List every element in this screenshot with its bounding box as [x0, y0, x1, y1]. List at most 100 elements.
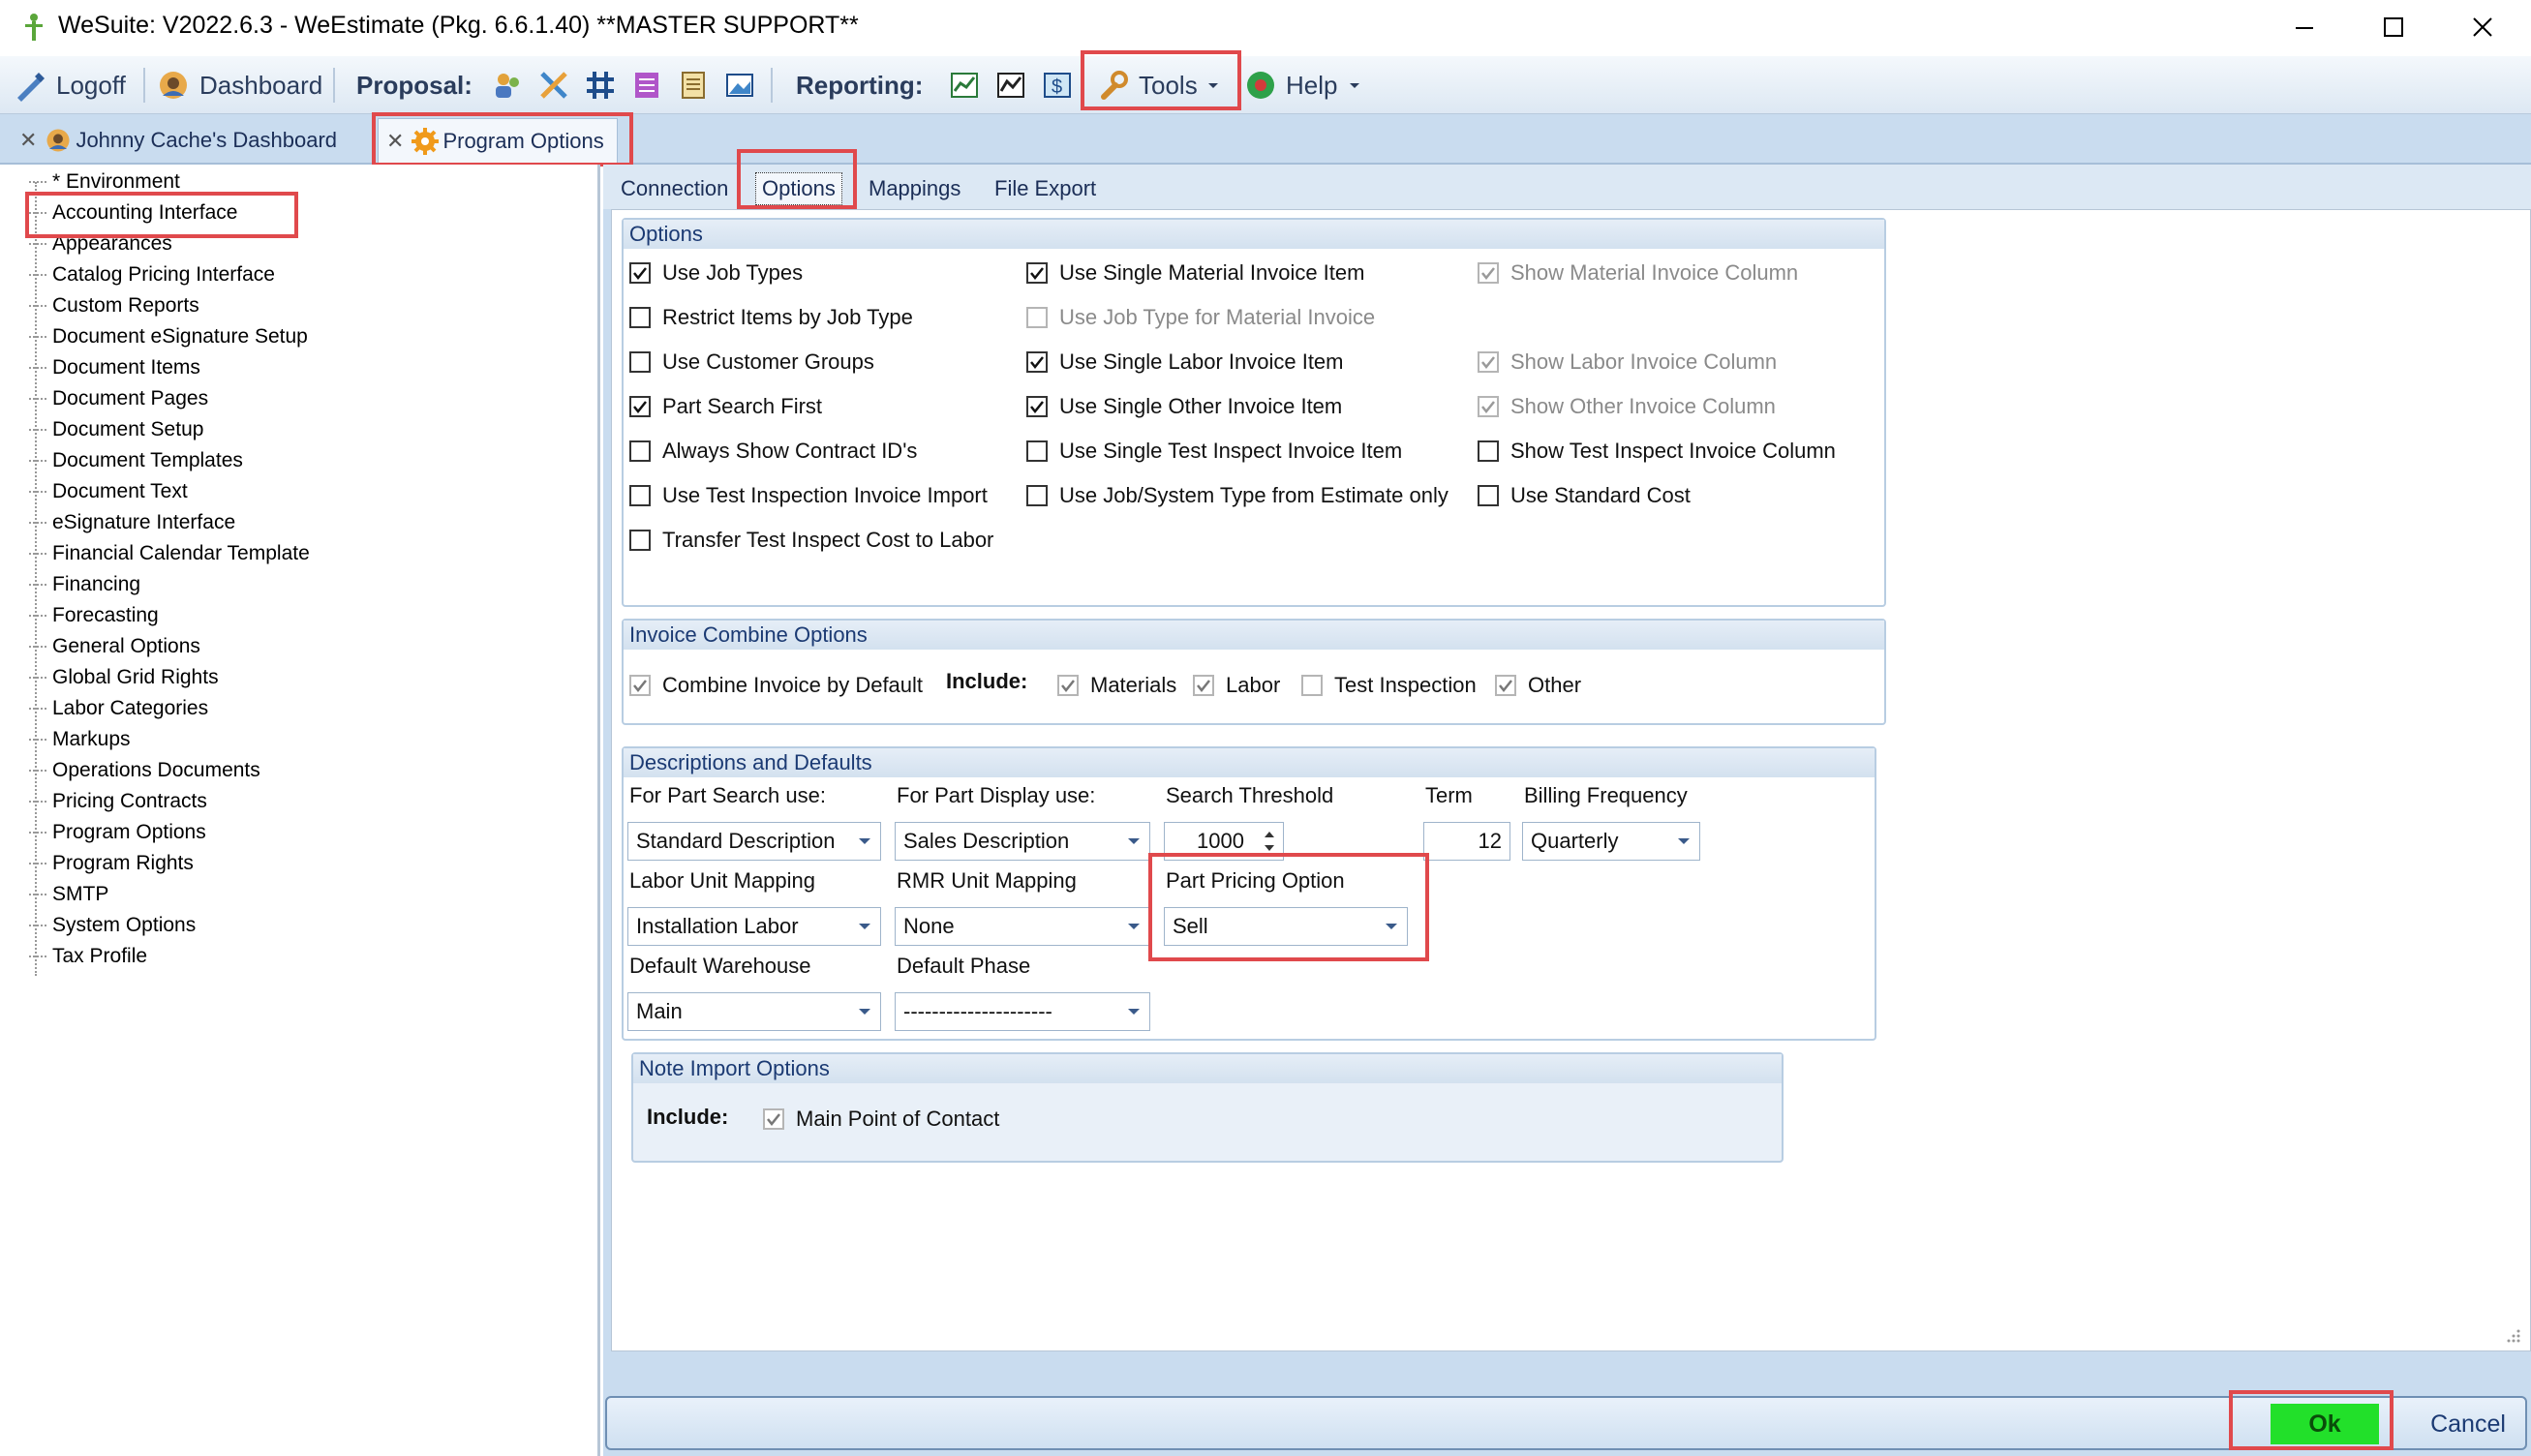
maximize-button[interactable]: [2364, 8, 2423, 46]
labor-unit-select[interactable]: Installation Labor: [627, 907, 881, 946]
checkbox[interactable]: [1026, 485, 1048, 506]
term-input[interactable]: 12: [1423, 822, 1510, 861]
checkbox[interactable]: [1478, 351, 1499, 373]
checkbox[interactable]: [629, 440, 651, 462]
option-checkbox[interactable]: Use Single Material Invoice Item: [1026, 258, 1364, 288]
checkbox[interactable]: [1495, 675, 1516, 696]
spin-down-icon[interactable]: [1264, 844, 1275, 852]
test-inspection-checkbox[interactable]: Test Inspection: [1301, 671, 1477, 700]
report-dollar-icon[interactable]: $: [1042, 70, 1073, 101]
tab-mappings[interactable]: Mappings: [863, 172, 966, 205]
default-phase-select[interactable]: ---------------------: [895, 992, 1150, 1031]
tree-item[interactable]: Global Grid Rights: [29, 662, 219, 693]
ok-button[interactable]: Ok: [2271, 1404, 2379, 1444]
option-checkbox[interactable]: Use Single Labor Invoice Item: [1026, 348, 1344, 377]
tab-file-export[interactable]: File Export: [989, 172, 1102, 205]
logoff-button[interactable]: Logoff: [14, 56, 126, 114]
search-threshold-spinner[interactable]: 1000: [1164, 822, 1284, 861]
resize-grip-icon[interactable]: [2505, 1327, 2522, 1345]
option-checkbox[interactable]: Use Single Test Inspect Invoice Item: [1026, 437, 1402, 466]
checkbox[interactable]: [1301, 675, 1323, 696]
option-checkbox[interactable]: Restrict Items by Job Type: [629, 303, 913, 332]
tree-item[interactable]: Program Rights: [29, 848, 194, 879]
option-checkbox[interactable]: Always Show Contract ID's: [629, 437, 917, 466]
option-checkbox[interactable]: Use Customer Groups: [629, 348, 874, 377]
checkbox[interactable]: [1478, 262, 1499, 284]
option-checkbox[interactable]: Use Job Type for Material Invoice: [1026, 303, 1375, 332]
labor-checkbox[interactable]: Labor: [1193, 671, 1280, 700]
option-checkbox[interactable]: Show Other Invoice Column: [1478, 392, 1776, 421]
tree-item[interactable]: SMTP: [29, 879, 108, 910]
minimize-button[interactable]: [2275, 8, 2333, 46]
option-checkbox[interactable]: Use Job Types: [629, 258, 803, 288]
tree-item[interactable]: Document Templates: [29, 445, 243, 476]
tree-item[interactable]: Operations Documents: [29, 755, 260, 786]
tree-item[interactable]: System Options: [29, 910, 196, 941]
report-trend-icon[interactable]: [995, 70, 1026, 101]
tab-options[interactable]: Options: [755, 172, 842, 205]
tree-item[interactable]: Document Items: [29, 352, 200, 383]
help-menu[interactable]: Help: [1245, 56, 1372, 114]
dashboard-button[interactable]: Dashboard: [157, 56, 322, 114]
other-checkbox[interactable]: Other: [1495, 671, 1581, 700]
close-tab-icon[interactable]: ✕: [386, 129, 404, 154]
checkbox[interactable]: [1026, 396, 1048, 417]
report-chart-icon[interactable]: [949, 70, 980, 101]
tree-item[interactable]: Labor Categories: [29, 693, 208, 724]
main-contact-checkbox[interactable]: Main Point of Contact: [763, 1105, 999, 1134]
tree-item[interactable]: Catalog Pricing Interface: [29, 259, 275, 290]
tree-item[interactable]: Custom Reports: [29, 290, 199, 321]
tab-program-options[interactable]: ✕ Program Options: [378, 118, 618, 163]
tree-item[interactable]: General Options: [29, 631, 200, 662]
tree-item[interactable]: eSignature Interface: [29, 507, 235, 538]
proposal-people-icon[interactable]: [492, 70, 523, 101]
tree-item[interactable]: Pricing Contracts: [29, 786, 207, 817]
option-checkbox[interactable]: Show Labor Invoice Column: [1478, 348, 1777, 377]
checkbox[interactable]: [629, 351, 651, 373]
tree-item[interactable]: Program Options: [29, 817, 206, 848]
checkbox[interactable]: [1057, 675, 1079, 696]
proposal-list-icon[interactable]: [631, 70, 662, 101]
option-checkbox[interactable]: Part Search First: [629, 392, 822, 421]
option-checkbox[interactable]: Transfer Test Inspect Cost to Labor: [629, 526, 993, 555]
cancel-button[interactable]: Cancel: [2420, 1404, 2516, 1444]
tree-item[interactable]: Tax Profile: [29, 941, 147, 972]
tab-connection[interactable]: Connection: [615, 172, 734, 205]
checkbox[interactable]: [629, 396, 651, 417]
proposal-tools-icon[interactable]: [538, 70, 569, 101]
checkbox[interactable]: [629, 675, 651, 696]
tree-item[interactable]: Forecasting: [29, 600, 159, 631]
checkbox[interactable]: [1193, 675, 1214, 696]
option-checkbox[interactable]: Show Test Inspect Invoice Column: [1478, 437, 1836, 466]
tree-item[interactable]: Document eSignature Setup: [29, 321, 308, 352]
close-tab-icon[interactable]: ✕: [19, 128, 37, 153]
checkbox[interactable]: [1026, 262, 1048, 284]
tree-item[interactable]: Markups: [29, 724, 131, 755]
tree-item[interactable]: Document Pages: [29, 383, 208, 414]
checkbox[interactable]: [1026, 307, 1048, 328]
checkbox[interactable]: [1478, 485, 1499, 506]
billing-frequency-select[interactable]: Quarterly: [1522, 822, 1700, 861]
option-checkbox[interactable]: Show Material Invoice Column: [1478, 258, 1798, 288]
part-display-select[interactable]: Sales Description: [895, 822, 1150, 861]
tools-menu[interactable]: Tools: [1098, 56, 1231, 114]
option-checkbox[interactable]: Use Test Inspection Invoice Import: [629, 481, 988, 510]
combine-invoice-checkbox[interactable]: Combine Invoice by Default: [629, 671, 923, 700]
tree-item[interactable]: Financial Calendar Template: [29, 538, 310, 569]
tree-item[interactable]: Document Text: [29, 476, 188, 507]
tree-item[interactable]: Document Setup: [29, 414, 203, 445]
materials-checkbox[interactable]: Materials: [1057, 671, 1176, 700]
spin-up-icon[interactable]: [1264, 831, 1275, 838]
tab-dashboard[interactable]: ✕ Johnny Cache's Dashboard: [19, 118, 358, 163]
checkbox[interactable]: [629, 485, 651, 506]
checkbox[interactable]: [629, 530, 651, 551]
checkbox[interactable]: [763, 1108, 784, 1130]
checkbox[interactable]: [1026, 440, 1048, 462]
checkbox[interactable]: [1478, 440, 1499, 462]
part-pricing-select[interactable]: Sell: [1164, 907, 1408, 946]
rmr-unit-select[interactable]: None: [895, 907, 1150, 946]
tree-item[interactable]: Appearances: [29, 228, 172, 259]
checkbox[interactable]: [1478, 396, 1499, 417]
part-search-select[interactable]: Standard Description: [627, 822, 881, 861]
tree-item[interactable]: Accounting Interface: [29, 197, 237, 228]
